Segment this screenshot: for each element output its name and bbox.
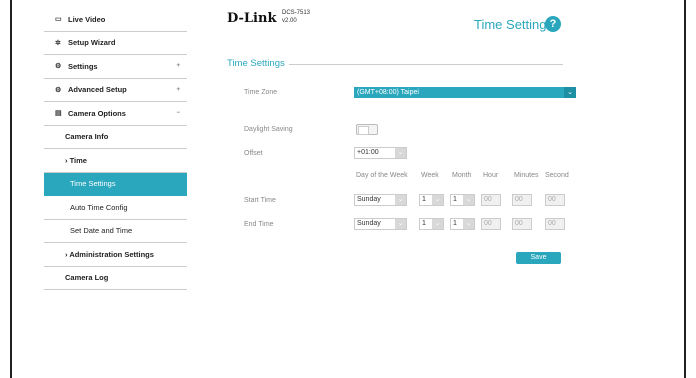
daylight-saving-toggle[interactable] xyxy=(356,124,378,135)
sidebar-item-label: Camera Info xyxy=(65,132,109,142)
start-month-select[interactable]: 1 ⌄ xyxy=(450,194,475,206)
dlink-logo: D-Link xyxy=(227,11,277,26)
column-day-of-week: Day of the Week xyxy=(356,172,408,179)
sidebar-item-label: Settings xyxy=(68,61,98,71)
sidebar-item-administration-settings[interactable]: › Administration Settings xyxy=(44,243,187,267)
advanced-gear-icon: ⚙ xyxy=(55,86,62,94)
end-hour-input[interactable]: 00 xyxy=(481,218,501,230)
chevron-right-icon: › xyxy=(65,249,68,259)
column-minutes: Minutes xyxy=(514,172,539,179)
sidebar-item-time[interactable]: › Time xyxy=(44,149,187,173)
sidebar: ▭ Live Video ✲ Setup Wizard ⚙ Settings +… xyxy=(44,8,187,290)
sidebar-item-label: › Time xyxy=(44,156,87,165)
offset-label: Offset xyxy=(244,150,263,157)
video-icon: ▭ xyxy=(55,16,62,24)
sidebar-item-advanced-setup[interactable]: ⚙ Advanced Setup + xyxy=(44,79,187,102)
sidebar-item-text: Administration Settings xyxy=(69,249,154,259)
page-title: Time Settings xyxy=(474,17,553,32)
chevron-right-icon: + xyxy=(176,63,180,70)
start-month-value: 1 xyxy=(453,196,457,203)
offset-select[interactable]: +01:00 ⌄ xyxy=(354,147,407,159)
time-zone-select[interactable]: (GMT+08:00) Taipei ⌄ xyxy=(354,87,576,98)
daylight-saving-label: Daylight Saving xyxy=(244,126,293,133)
chevron-down-icon: − xyxy=(176,110,180,117)
sidebar-item-time-settings[interactable]: Time Settings xyxy=(44,172,187,196)
sidebar-item-label: Advanced Setup xyxy=(68,85,127,95)
start-day-select[interactable]: Sunday ⌄ xyxy=(354,194,407,206)
sidebar-item-camera-info[interactable]: Camera Info xyxy=(44,126,187,149)
sidebar-item-label: Time Settings xyxy=(70,179,116,189)
end-minutes-input[interactable]: 00 xyxy=(512,218,532,230)
sidebar-item-set-date-and-time[interactable]: Set Date and Time xyxy=(44,220,187,243)
sidebar-item-label: Setup Wizard xyxy=(68,38,116,48)
end-week-select[interactable]: 1 ⌄ xyxy=(419,218,444,230)
chevron-down-icon: ⌄ xyxy=(395,148,406,158)
sidebar-item-camera-log[interactable]: Camera Log xyxy=(44,267,187,290)
sidebar-item-text: Time xyxy=(69,155,87,165)
sidebar-item-label: Auto Time Config xyxy=(70,202,128,212)
chevron-down-icon: ⌄ xyxy=(432,195,443,205)
column-week: Week xyxy=(421,172,439,179)
chevron-down-icon: ⌄ xyxy=(463,195,474,205)
chevron-right-icon: + xyxy=(176,86,180,93)
start-minutes-input[interactable]: 00 xyxy=(512,194,532,206)
sidebar-item-setup-wizard[interactable]: ✲ Setup Wizard xyxy=(44,32,187,55)
start-week-value: 1 xyxy=(422,196,426,203)
chevron-down-icon: ⌄ xyxy=(395,219,406,229)
column-month: Month xyxy=(452,172,472,179)
sidebar-item-auto-time-config[interactable]: Auto Time Config xyxy=(44,196,187,220)
sidebar-item-camera-options[interactable]: ▤ Camera Options − xyxy=(44,102,187,126)
model-name: DCS-7513 xyxy=(282,10,311,16)
chevron-down-icon: ⌄ xyxy=(432,219,443,229)
save-button[interactable]: Save xyxy=(516,252,561,264)
section-divider xyxy=(289,64,563,65)
sidebar-item-label: Camera Options xyxy=(68,108,126,118)
start-hour-input[interactable]: 00 xyxy=(481,194,501,206)
wizard-icon: ✲ xyxy=(55,39,61,47)
sidebar-item-label: › Administration Settings xyxy=(44,250,154,259)
gear-icon: ⚙ xyxy=(55,63,62,71)
offset-value: +01:00 xyxy=(357,149,379,156)
toggle-knob xyxy=(358,126,369,135)
camera-icon: ▤ xyxy=(55,110,62,118)
chevron-right-icon: › xyxy=(65,155,68,165)
model-info: DCS-7513 v2.00 xyxy=(282,9,310,25)
column-second: Second xyxy=(545,172,569,179)
chevron-down-icon: ⌄ xyxy=(463,219,474,229)
column-hour: Hour xyxy=(483,172,499,179)
end-day-select[interactable]: Sunday ⌄ xyxy=(354,218,407,230)
end-time-label: End Time xyxy=(244,221,274,228)
start-time-label: Start Time xyxy=(244,197,276,204)
sidebar-item-label: Set Date and Time xyxy=(70,226,133,236)
sidebar-item-live-video[interactable]: ▭ Live Video xyxy=(44,8,187,32)
end-month-value: 1 xyxy=(453,220,457,227)
time-zone-value: (GMT+08:00) Taipei xyxy=(357,89,419,96)
end-second-input[interactable]: 00 xyxy=(545,218,565,230)
chevron-down-icon: ⌄ xyxy=(395,195,406,205)
start-week-select[interactable]: 1 ⌄ xyxy=(419,194,444,206)
end-week-value: 1 xyxy=(422,220,426,227)
chevron-down-icon: ⌄ xyxy=(564,87,576,98)
end-month-select[interactable]: 1 ⌄ xyxy=(450,218,475,230)
firmware-version: v2.00 xyxy=(282,18,297,24)
start-second-input[interactable]: 00 xyxy=(545,194,565,206)
time-zone-label: Time Zone xyxy=(244,89,278,96)
sidebar-item-label: Camera Log xyxy=(65,273,109,283)
sidebar-item-label: Live Video xyxy=(68,14,106,24)
section-title: Time Settings xyxy=(227,58,285,69)
end-day-value: Sunday xyxy=(357,220,381,227)
start-day-value: Sunday xyxy=(357,196,381,203)
sidebar-item-settings[interactable]: ⚙ Settings + xyxy=(44,55,187,79)
help-icon[interactable]: ? xyxy=(545,16,561,32)
